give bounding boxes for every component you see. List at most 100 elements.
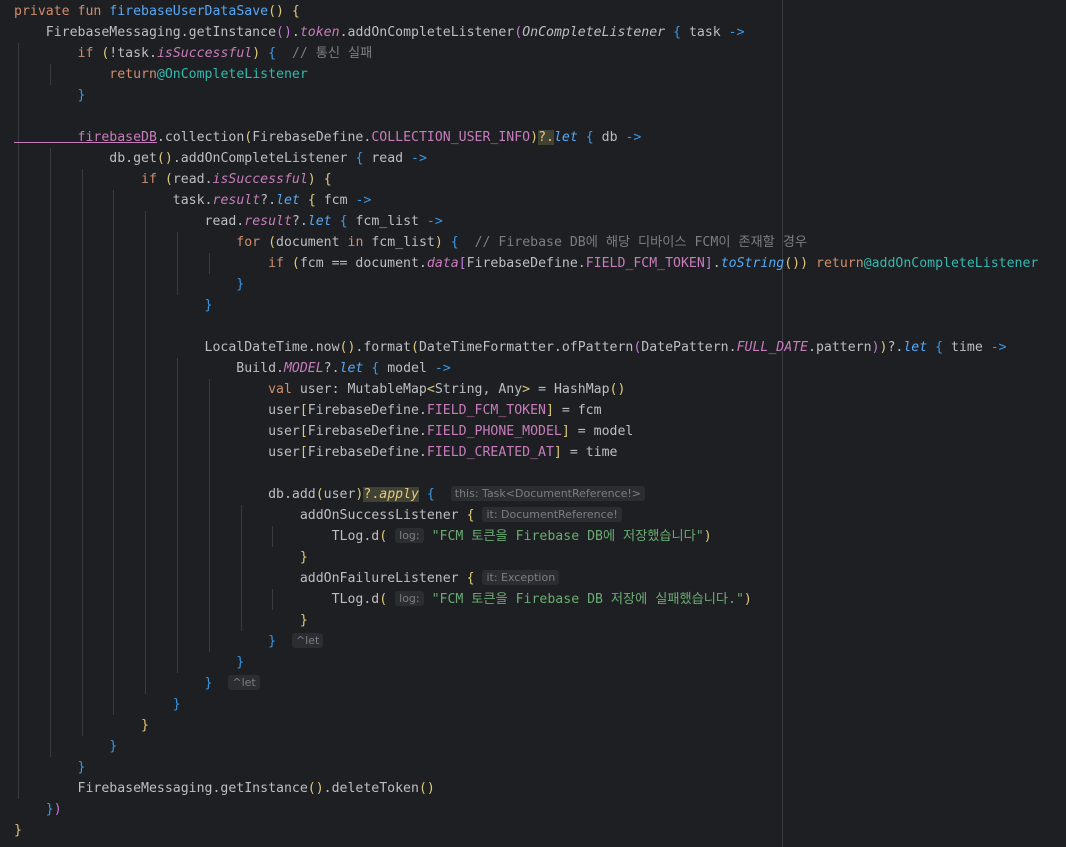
- code-token: Build.: [14, 361, 284, 376]
- inlay-hint: log:: [395, 591, 424, 606]
- code-token: (: [268, 235, 277, 250]
- code-token: fcm == document.: [299, 256, 427, 271]
- code-token: TLog.d: [14, 592, 380, 607]
- code-token: ): [743, 592, 752, 607]
- code-line[interactable]: private fun firebaseUserDataSave() {: [14, 1, 300, 22]
- code-token: addOnFailureListener: [14, 571, 467, 586]
- code-line[interactable]: } ^let: [14, 631, 324, 652]
- code-token: {: [585, 130, 594, 145]
- code-line[interactable]: val user: MutableMap<String, Any> = Hash…: [14, 379, 625, 400]
- code-token: .deleteToken: [323, 781, 419, 796]
- code-token: ?.: [291, 214, 308, 229]
- code-line[interactable]: if (read.isSuccessful) {: [14, 169, 332, 190]
- code-line[interactable]: }: [14, 715, 149, 736]
- code-token: {: [426, 487, 435, 502]
- code-token: user: [323, 487, 356, 502]
- code-line[interactable]: addOnSuccessListener { it: DocumentRefer…: [14, 505, 622, 526]
- code-token: ): [434, 235, 443, 250]
- code-line[interactable]: db.add(user)?.apply { this: Task<Documen…: [14, 484, 646, 505]
- code-line[interactable]: for (document in fcm_list) { // Firebase…: [14, 232, 807, 253]
- code-line[interactable]: }: [14, 547, 308, 568]
- code-token: {: [307, 193, 316, 208]
- code-token: (: [514, 25, 523, 40]
- code-line[interactable]: }: [14, 820, 22, 841]
- code-token: ->: [728, 25, 745, 40]
- inlay-hint: ^let: [228, 675, 260, 690]
- code-token: result: [212, 193, 261, 208]
- code-line[interactable]: TLog.d( log: "FCM 토큰을 Firebase DB에 저장했습니…: [14, 526, 712, 547]
- code-line[interactable]: db.get().addOnCompleteListener { read ->: [14, 148, 427, 169]
- code-line[interactable]: }: [14, 274, 244, 295]
- code-line[interactable]: if (!task.isSuccessful) { // 통신 실패: [14, 43, 373, 64]
- code-token: (: [379, 529, 388, 544]
- code-token: @OnCompleteListener: [156, 67, 308, 82]
- code-token: [: [458, 256, 467, 271]
- code-token: addOnSuccessListener: [14, 508, 467, 523]
- inlay-hint: ^let: [291, 633, 324, 648]
- code-line[interactable]: user[FirebaseDefine.FIELD_PHONE_MODEL] =…: [14, 421, 633, 442]
- code-token: for: [14, 235, 269, 250]
- code-token: let: [339, 361, 364, 376]
- code-editor[interactable]: private fun firebaseUserDataSave() { Fir…: [0, 0, 1066, 847]
- code-line[interactable]: } ^let: [14, 673, 260, 694]
- code-token: (: [164, 172, 173, 187]
- code-token: // 통신 실패: [276, 46, 373, 61]
- code-token: task.: [14, 193, 213, 208]
- code-line[interactable]: FirebaseMessaging.getInstance().token.ad…: [14, 22, 745, 43]
- code-line[interactable]: return@OnCompleteListener: [14, 64, 308, 85]
- code-line[interactable]: user[FirebaseDefine.FIELD_FCM_TOKEN] = f…: [14, 400, 602, 421]
- code-line[interactable]: FirebaseMessaging.getInstance().deleteTo…: [14, 778, 435, 799]
- code-token: MODEL: [283, 361, 324, 376]
- code-line[interactable]: TLog.d( log: "FCM 토큰을 Firebase DB 저장에 실패…: [14, 589, 752, 610]
- code-line[interactable]: read.result?.let { fcm_list ->: [14, 211, 443, 232]
- code-token: ->: [411, 151, 427, 166]
- code-line[interactable]: Build.MODEL?.let { model ->: [14, 358, 450, 379]
- code-line[interactable]: LocalDateTime.now().format(DateTimeForma…: [14, 337, 1007, 358]
- code-token: ): [703, 529, 712, 544]
- code-line[interactable]: task.result?.let { fcm ->: [14, 190, 372, 211]
- code-token: [: [299, 424, 308, 439]
- code-line[interactable]: }: [14, 757, 86, 778]
- code-token: ]: [704, 256, 713, 271]
- code-line[interactable]: }: [14, 652, 244, 673]
- code-line[interactable]: }: [14, 736, 117, 757]
- code-token: }: [14, 88, 86, 103]
- right-margin-guide: [782, 0, 783, 847]
- code-line[interactable]: firebaseDB.collection(FirebaseDefine.COL…: [14, 127, 641, 148]
- code-token: isSuccessful: [212, 172, 308, 187]
- code-line[interactable]: }: [14, 295, 213, 316]
- code-token: {: [935, 340, 944, 355]
- code-token: (: [315, 487, 324, 502]
- code-token: {: [268, 46, 277, 61]
- code-token: read.: [14, 214, 245, 229]
- code-token: {: [339, 214, 348, 229]
- code-line[interactable]: if (fcm == document.data[FirebaseDefine.…: [14, 253, 1038, 274]
- code-token: @addOnCompleteListener: [863, 256, 1039, 271]
- code-token: (): [609, 382, 626, 397]
- code-token: FIELD_CREATED_AT: [426, 445, 554, 460]
- code-token: // Firebase DB에 해당 디바이스 FCM이 존재할 경우: [458, 235, 807, 250]
- code-line[interactable]: addOnFailureListener { it: Exception: [14, 568, 560, 589]
- code-token: FirebaseDefine.: [307, 403, 427, 418]
- code-token: FIELD_FCM_TOKEN: [426, 403, 546, 418]
- code-token: FirebaseMessaging.getInstance: [14, 25, 277, 40]
- code-token: user: MutableMap: [299, 382, 427, 397]
- code-line[interactable]: }: [14, 85, 86, 106]
- code-token: ): [530, 130, 539, 145]
- code-line[interactable]: }: [14, 610, 308, 631]
- code-token: (): [276, 25, 292, 40]
- code-token: ?.: [363, 487, 380, 502]
- code-token: }: [14, 613, 308, 628]
- code-line[interactable]: }: [14, 694, 181, 715]
- code-line[interactable]: }): [14, 799, 62, 820]
- code-token: val: [14, 382, 300, 397]
- code-line[interactable]: user[FirebaseDefine.FIELD_CREATED_AT] = …: [14, 442, 617, 463]
- code-token: (: [379, 592, 388, 607]
